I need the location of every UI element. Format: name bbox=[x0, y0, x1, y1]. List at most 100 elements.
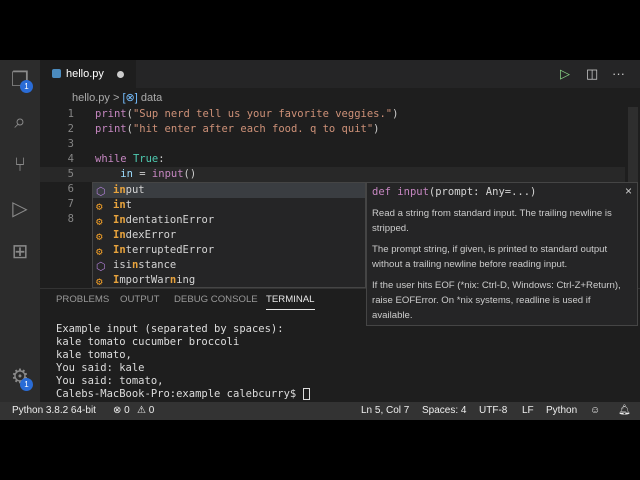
terminal-line: Example input (separated by spaces): bbox=[56, 323, 284, 335]
suggestion-item[interactable]: ⚙ ImportWarning bbox=[93, 273, 365, 288]
terminal-line: You said: tomato, bbox=[56, 375, 164, 387]
code-line: 3 bbox=[40, 137, 625, 152]
class-icon: ⚙ bbox=[96, 200, 103, 213]
breadcrumb-separator: > bbox=[112, 92, 120, 104]
terminal-output[interactable]: Example input (separated by spaces): kale… bbox=[56, 323, 310, 401]
end-of-line[interactable]: LF bbox=[522, 402, 534, 420]
class-icon: ⚙ bbox=[96, 245, 103, 258]
search-icon[interactable]: ⌕ bbox=[8, 110, 32, 134]
label: stance bbox=[138, 259, 177, 271]
sig-name: input bbox=[397, 186, 429, 198]
vscode-window: ❐ 1 ⌕ ⑂ ▷ ⊞ ⚙ 1 hello.py ▷ ◫ ··· hello.p… bbox=[0, 60, 640, 420]
explorer-badge: 1 bbox=[20, 80, 33, 93]
signature: def input(prompt: Any=...) bbox=[372, 185, 632, 200]
code-line: 4 while True: bbox=[40, 152, 625, 167]
doc-paragraph: The prompt string, if given, is printed … bbox=[372, 244, 608, 270]
label: terruptedError bbox=[125, 244, 215, 256]
notifications-bell-icon[interactable]: 🔔︎ bbox=[618, 402, 631, 420]
token: in bbox=[120, 168, 133, 180]
suggestion-item[interactable]: ⚙ int bbox=[93, 198, 365, 213]
tab-terminal[interactable]: TERMINAL bbox=[266, 294, 315, 310]
split-editor-icon[interactable]: ◫ bbox=[586, 66, 598, 82]
suggest-widget: ⬡ input ⚙ int ⚙ IndentationError ⚙ IndexErro… bbox=[92, 182, 366, 288]
match: in bbox=[113, 184, 126, 196]
doc-paragraph: Read a string from standard input. The t… bbox=[372, 208, 612, 234]
label: isi bbox=[113, 259, 132, 271]
token: "Sup nerd tell us your favorite veggies.… bbox=[132, 108, 393, 120]
run-icon[interactable]: ▷ bbox=[560, 66, 570, 82]
run-debug-icon[interactable]: ▷ bbox=[8, 197, 32, 221]
language-mode[interactable]: Python bbox=[546, 402, 577, 420]
token: = bbox=[132, 168, 152, 180]
label: ing bbox=[176, 274, 196, 286]
match: In bbox=[113, 229, 126, 241]
token: ) bbox=[392, 108, 399, 120]
terminal-cursor bbox=[302, 388, 310, 400]
token: print bbox=[95, 108, 127, 120]
label: dentationError bbox=[125, 214, 215, 226]
method-icon: ⬡ bbox=[96, 260, 106, 273]
warnings-count[interactable]: ⚠ 0 bbox=[137, 402, 154, 420]
extensions-icon[interactable]: ⊞ bbox=[8, 240, 32, 264]
tab-label: hello.py bbox=[66, 68, 104, 80]
token: ) bbox=[373, 123, 380, 135]
encoding[interactable]: UTF-8 bbox=[479, 402, 507, 420]
breadcrumb-symbol[interactable]: data bbox=[141, 92, 162, 104]
line-number: 8 bbox=[67, 213, 74, 225]
status-bar: Python 3.8.2 64-bit ⊗ 0 ⚠ 0 Ln 5, Col 7 … bbox=[0, 402, 640, 420]
breadcrumb-file[interactable]: hello.py bbox=[72, 92, 110, 104]
code-line: 2 print("hit enter after each food. q to … bbox=[40, 122, 625, 137]
sig-args: (prompt: Any=...) bbox=[428, 186, 537, 198]
tab-debug-console[interactable]: DEBUG CONSOLE bbox=[174, 294, 258, 305]
method-icon: ⬡ bbox=[96, 185, 106, 198]
class-icon: ⚙ bbox=[96, 230, 103, 243]
variable-symbol-icon: [⊗] bbox=[122, 92, 138, 104]
doc-paragraph: If the user hits EOF (*nix: Ctrl-D, Wind… bbox=[372, 280, 621, 321]
close-icon[interactable]: × bbox=[625, 184, 632, 199]
errors-count[interactable]: ⊗ 0 bbox=[113, 402, 130, 420]
suggestion-item[interactable]: ⚙ IndexError bbox=[93, 228, 365, 243]
indentation[interactable]: Spaces: 4 bbox=[422, 402, 466, 420]
suggestion-item[interactable]: ⬡ input bbox=[93, 183, 365, 198]
suggestion-item[interactable]: ⚙ InterruptedError bbox=[93, 243, 365, 258]
line-number: 3 bbox=[67, 138, 74, 150]
tab-output[interactable]: OUTPUT bbox=[120, 294, 159, 305]
terminal-prompt: Calebs-MacBook-Pro:example calebcurry$ bbox=[56, 388, 303, 400]
feedback-icon[interactable]: ☺ bbox=[590, 402, 600, 420]
terminal-line: kale tomato cucumber broccoli bbox=[56, 336, 240, 348]
label: dexError bbox=[125, 229, 177, 241]
tab-problems[interactable]: PROBLEMS bbox=[56, 294, 109, 305]
code-line-current: 5 in = input() bbox=[40, 167, 625, 182]
class-icon: ⚙ bbox=[96, 275, 103, 288]
match: In bbox=[113, 214, 126, 226]
editor-tabs: hello.py ▷ ◫ ··· bbox=[40, 60, 640, 88]
label: mportWar bbox=[119, 274, 170, 286]
line-number: 6 bbox=[67, 183, 74, 195]
match: In bbox=[113, 244, 126, 256]
unsaved-dot-icon[interactable] bbox=[117, 71, 124, 78]
token: True bbox=[132, 153, 159, 165]
label: put bbox=[125, 184, 145, 196]
token: input bbox=[151, 168, 184, 180]
python-file-icon bbox=[52, 69, 61, 78]
suggestion-item[interactable]: ⚙ IndentationError bbox=[93, 213, 365, 228]
token: while bbox=[95, 153, 127, 165]
tab-hello-py[interactable]: hello.py bbox=[40, 60, 136, 88]
source-control-icon[interactable]: ⑂ bbox=[8, 153, 32, 177]
line-number: 5 bbox=[67, 168, 74, 180]
hover-docs: def input(prompt: Any=...) × Read a stri… bbox=[366, 182, 638, 326]
sig-keyword: def bbox=[372, 186, 391, 198]
breadcrumb: hello.py > [⊗] data bbox=[72, 91, 162, 104]
python-interpreter[interactable]: Python 3.8.2 64-bit bbox=[12, 402, 96, 420]
line-number: 4 bbox=[67, 153, 74, 165]
terminal-line: kale tomato, bbox=[56, 349, 132, 361]
class-icon: ⚙ bbox=[96, 215, 103, 228]
token: print bbox=[95, 123, 127, 135]
cursor-position[interactable]: Ln 5, Col 7 bbox=[361, 402, 409, 420]
settings-badge: 1 bbox=[20, 378, 33, 391]
line-number: 2 bbox=[67, 123, 74, 135]
activity-bar: ❐ 1 ⌕ ⑂ ▷ ⊞ ⚙ 1 bbox=[0, 60, 40, 402]
more-actions-icon[interactable]: ··· bbox=[612, 66, 625, 81]
suggestion-item[interactable]: ⬡ isinstance bbox=[93, 258, 365, 273]
token: "hit enter after each food. q to quit" bbox=[132, 123, 374, 135]
